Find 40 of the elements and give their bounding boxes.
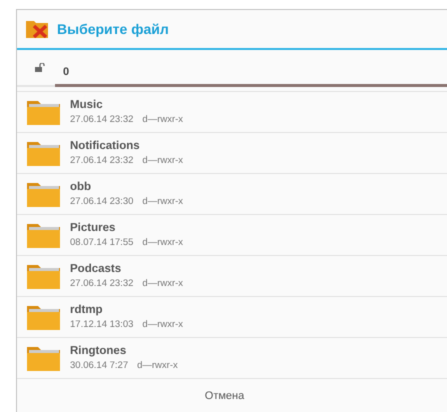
folder-icon	[26, 262, 61, 290]
folder-name: Music	[70, 99, 104, 112]
permissions: d—rwxr-x	[142, 196, 184, 208]
permissions: d—rwxr-x	[137, 360, 178, 372]
modified-date: 08.07.14 17:55	[70, 237, 134, 248]
folder-icon	[26, 140, 61, 167]
folder-icon	[26, 344, 61, 372]
permissions: d—rwxr-x	[142, 114, 184, 126]
folder-icon	[26, 180, 61, 208]
permissions: d—rwxr-x	[142, 155, 184, 166]
folder-name: Pictures	[70, 222, 116, 234]
folder-name: Podcasts	[70, 263, 122, 276]
unlocked-padlock-icon[interactable]	[35, 62, 45, 72]
path-field[interactable]: 0	[55, 59, 447, 88]
modified-date: 27.06.14 23:30	[70, 196, 134, 208]
permissions: d—rwxr-x	[142, 319, 184, 330]
folder-row[interactable]: Music 27.06.14 23:32 d—rwxr-x	[17, 91, 447, 132]
folder-name: obb	[70, 181, 92, 194]
folder-name: Notifications	[70, 140, 141, 152]
folder-row[interactable]: Pictures 08.07.14 17:55 d—rwxr-x	[17, 214, 447, 256]
folder-with-x-icon	[26, 20, 48, 38]
modified-date: 30.06.14 7:27	[70, 360, 128, 372]
dialog-title: Выберите файл	[57, 20, 169, 37]
cancel-button[interactable]: Отмена	[184, 384, 264, 408]
folder-name: Ringtones	[70, 345, 128, 358]
folder-row[interactable]: Notifications 27.06.14 23:32 d—rwxr-x	[17, 132, 447, 174]
modified-date: 27.06.14 23:32	[70, 155, 134, 166]
modified-date: 17.12.14 13:03	[70, 319, 134, 330]
folder-icon	[26, 98, 61, 126]
modified-date: 27.06.14 23:32	[70, 114, 134, 126]
folder-icon	[26, 222, 61, 249]
permissions: d—rwxr-x	[142, 237, 184, 248]
folder-name: rdtmp	[70, 304, 104, 316]
folder-row[interactable]: obb 27.06.14 23:30 d—rwxr-x	[17, 173, 447, 214]
modified-date: 27.06.14 23:32	[70, 278, 134, 290]
permissions: d—rwxr-x	[142, 278, 184, 290]
folder-row[interactable]: Podcasts 27.06.14 23:32 d—rwxr-x	[17, 255, 447, 296]
folder-row[interactable]: rdtmp 17.12.14 13:03 d—rwxr-x	[17, 296, 447, 338]
folder-icon	[26, 304, 61, 331]
folder-row[interactable]: Ringtones 30.06.14 7:27 d—rwxr-x	[17, 337, 447, 378]
